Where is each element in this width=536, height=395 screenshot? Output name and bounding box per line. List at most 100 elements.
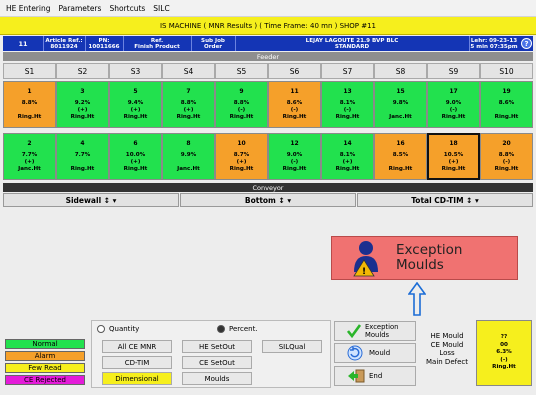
mould-tile-20[interactable]: 20 8.8% (-) Ring.Ht xyxy=(480,133,533,180)
mould-number: 6 xyxy=(133,139,138,147)
mould-defect: Ring.Ht xyxy=(229,166,254,173)
total-cdtim-selector[interactable]: Total CD-TIM ↕ ▾ xyxy=(357,193,533,207)
mould-percent: 8.8% xyxy=(233,99,250,106)
mould-sign: (-) xyxy=(343,107,352,113)
menu-shortcuts[interactable]: Shortcuts xyxy=(109,4,145,13)
line-number: 11 xyxy=(3,36,44,51)
ref-dropdown[interactable]: Ref. Finish Product xyxy=(123,36,192,51)
mould-tile-12[interactable]: 12 9.0% (-) Ring.Ht xyxy=(268,133,321,180)
mould-tile-3[interactable]: 3 9.2% (+) Ring.Ht xyxy=(56,81,109,128)
help-icon[interactable]: ? xyxy=(521,38,532,49)
feeder-label: Feeder xyxy=(3,52,533,61)
section-header-s5[interactable]: S5 xyxy=(215,63,268,79)
mould-defect: Janc.Ht xyxy=(389,114,412,121)
radio-quantity[interactable]: Quantity xyxy=(97,325,139,333)
mould-percent: 8.8% xyxy=(21,99,38,106)
mould-tile-9[interactable]: 9 8.8% (-) Ring.Ht xyxy=(215,81,268,128)
mould-tile-17[interactable]: 17 9.0% (-) Ring.Ht xyxy=(427,81,480,128)
mould-percent: 7.7% xyxy=(21,151,38,158)
section-header-s10[interactable]: S10 xyxy=(480,63,533,79)
mould-tile-14[interactable]: 14 8.1% (+) Ring.Ht xyxy=(321,133,374,180)
filter-panel: Quantity Percent. All CE MNR HE SetOut S… xyxy=(91,320,331,388)
mould-number: 1 xyxy=(27,87,32,95)
mould-tile-16[interactable]: 16 8.5% Ring.Ht xyxy=(374,133,427,180)
exception-title-line1: Exception xyxy=(396,242,463,258)
menu-silc[interactable]: SILC xyxy=(153,4,169,13)
summary-sign: (-) xyxy=(500,356,508,363)
cd-tim-button[interactable]: CD-TIM xyxy=(102,356,172,369)
bottom-selector[interactable]: Bottom ↕ ▾ xyxy=(180,193,356,207)
ce-setout-button[interactable]: CE SetOut xyxy=(182,356,252,369)
he-mould-label: HE Mould xyxy=(430,332,464,340)
menu-he-entering[interactable]: HE Entering xyxy=(6,4,51,13)
exception-user-icon: ! xyxy=(353,241,378,277)
sidewall-selector[interactable]: Sidewall ↕ ▾ xyxy=(3,193,179,207)
radio-quantity-indicator[interactable] xyxy=(97,325,105,333)
mould-percent: 9.4% xyxy=(127,99,144,106)
mould-tile-13[interactable]: 13 8.1% (-) Ring.Ht xyxy=(321,81,374,128)
mould-tile-7[interactable]: 7 8.8% (+) Ring.Ht xyxy=(162,81,215,128)
exception-moulds-panel[interactable]: ! Exception Moulds xyxy=(331,236,518,280)
section-header-s6[interactable]: S6 xyxy=(268,63,321,79)
section-header-s2[interactable]: S2 xyxy=(56,63,109,79)
ref-value: Finish Product xyxy=(134,43,180,50)
mould-sign: (+) xyxy=(24,159,35,165)
menu-bar: HE Entering Parameters Shortcuts SILC xyxy=(0,0,536,17)
mould-tile-2[interactable]: 2 7.7% (+) Janc.Ht xyxy=(3,133,56,180)
mould-tile-4[interactable]: 4 7.7% Ring.Ht xyxy=(56,133,109,180)
section-header-s3[interactable]: S3 xyxy=(109,63,162,79)
main-defect-label: Main Defect xyxy=(426,357,468,366)
section-header-s7[interactable]: S7 xyxy=(321,63,374,79)
exception-moulds-button[interactable]: Exception Moulds xyxy=(334,321,416,341)
moulds-button[interactable]: Moulds xyxy=(182,372,252,385)
mould-defect: Ring.Ht xyxy=(388,166,413,173)
mould-sign: (-) xyxy=(290,107,299,113)
section-header-s8[interactable]: S8 xyxy=(374,63,427,79)
dimensional-button[interactable]: Dimensional xyxy=(102,372,172,385)
mould-number: 11 xyxy=(290,87,299,95)
exception-title-line2: Moulds xyxy=(396,257,444,273)
legend-ce-rejected: CE Rejected xyxy=(5,375,85,385)
end-button[interactable]: End xyxy=(334,366,416,386)
mould-percent: 9.0% xyxy=(286,151,303,158)
exception-moulds-button-label: Exception Moulds xyxy=(365,323,399,339)
mould-defect: Ring.Ht xyxy=(70,166,95,173)
refresh-icon xyxy=(347,345,363,361)
radio-quantity-label: Quantity xyxy=(109,325,140,333)
radio-percent[interactable]: Percent. xyxy=(217,325,258,333)
mould-percent: 9.9% xyxy=(180,151,197,158)
exit-icon xyxy=(348,369,365,383)
section-header-s4[interactable]: S4 xyxy=(162,63,215,79)
mould-sign: (+) xyxy=(448,159,459,165)
summary-loss: 6.3% xyxy=(496,349,512,356)
legend-few-read: Few Read xyxy=(5,363,85,373)
mould-tile-15[interactable]: 15 9.8% Janc.Ht xyxy=(374,81,427,128)
menu-parameters[interactable]: Parameters xyxy=(59,4,102,13)
mould-percent: 8.1% xyxy=(339,99,356,106)
mould-number: 14 xyxy=(343,139,352,147)
mould-sign: (-) xyxy=(237,107,246,113)
subjob-dropdown[interactable]: Sub Job Order xyxy=(191,36,236,51)
radio-percent-indicator[interactable] xyxy=(217,325,225,333)
mould-tile-6[interactable]: 6 10.0% (+) Ring.Ht xyxy=(109,133,162,180)
silqual-button[interactable]: SILQual xyxy=(262,340,322,353)
mould-tile-10[interactable]: 10 8.7% (+) Ring.Ht xyxy=(215,133,268,180)
mould-number: 9 xyxy=(239,87,244,95)
mould-tile-18[interactable]: 18 10.5% (+) Ring.Ht xyxy=(427,133,480,180)
mould-percent: 8.6% xyxy=(286,99,303,106)
he-setout-button[interactable]: HE SetOut xyxy=(182,340,252,353)
mould-tile-1[interactable]: 1 8.8% Ring.Ht xyxy=(3,81,56,128)
mould-tile-8[interactable]: 8 9.9% Janc.Ht xyxy=(162,133,215,180)
mould-tile-5[interactable]: 5 9.4% (+) Ring.Ht xyxy=(109,81,162,128)
mould-tile-19[interactable]: 19 8.6% Ring.Ht xyxy=(480,81,533,128)
mould-tile-11[interactable]: 11 8.6% (-) Ring.Ht xyxy=(268,81,321,128)
mould-percent: 8.8% xyxy=(498,151,515,158)
mould-sign: (-) xyxy=(502,159,511,165)
conveyor-label: Conveyor xyxy=(3,183,533,192)
section-header-s1[interactable]: S1 xyxy=(3,63,56,79)
all-ce-mnr-button[interactable]: All CE MNR xyxy=(102,340,172,353)
mould-percent: 8.5% xyxy=(392,151,409,158)
mould-button[interactable]: Mould xyxy=(334,343,416,363)
ce-mould-label: CE Mould xyxy=(430,340,464,349)
section-header-s9[interactable]: S9 xyxy=(427,63,480,79)
